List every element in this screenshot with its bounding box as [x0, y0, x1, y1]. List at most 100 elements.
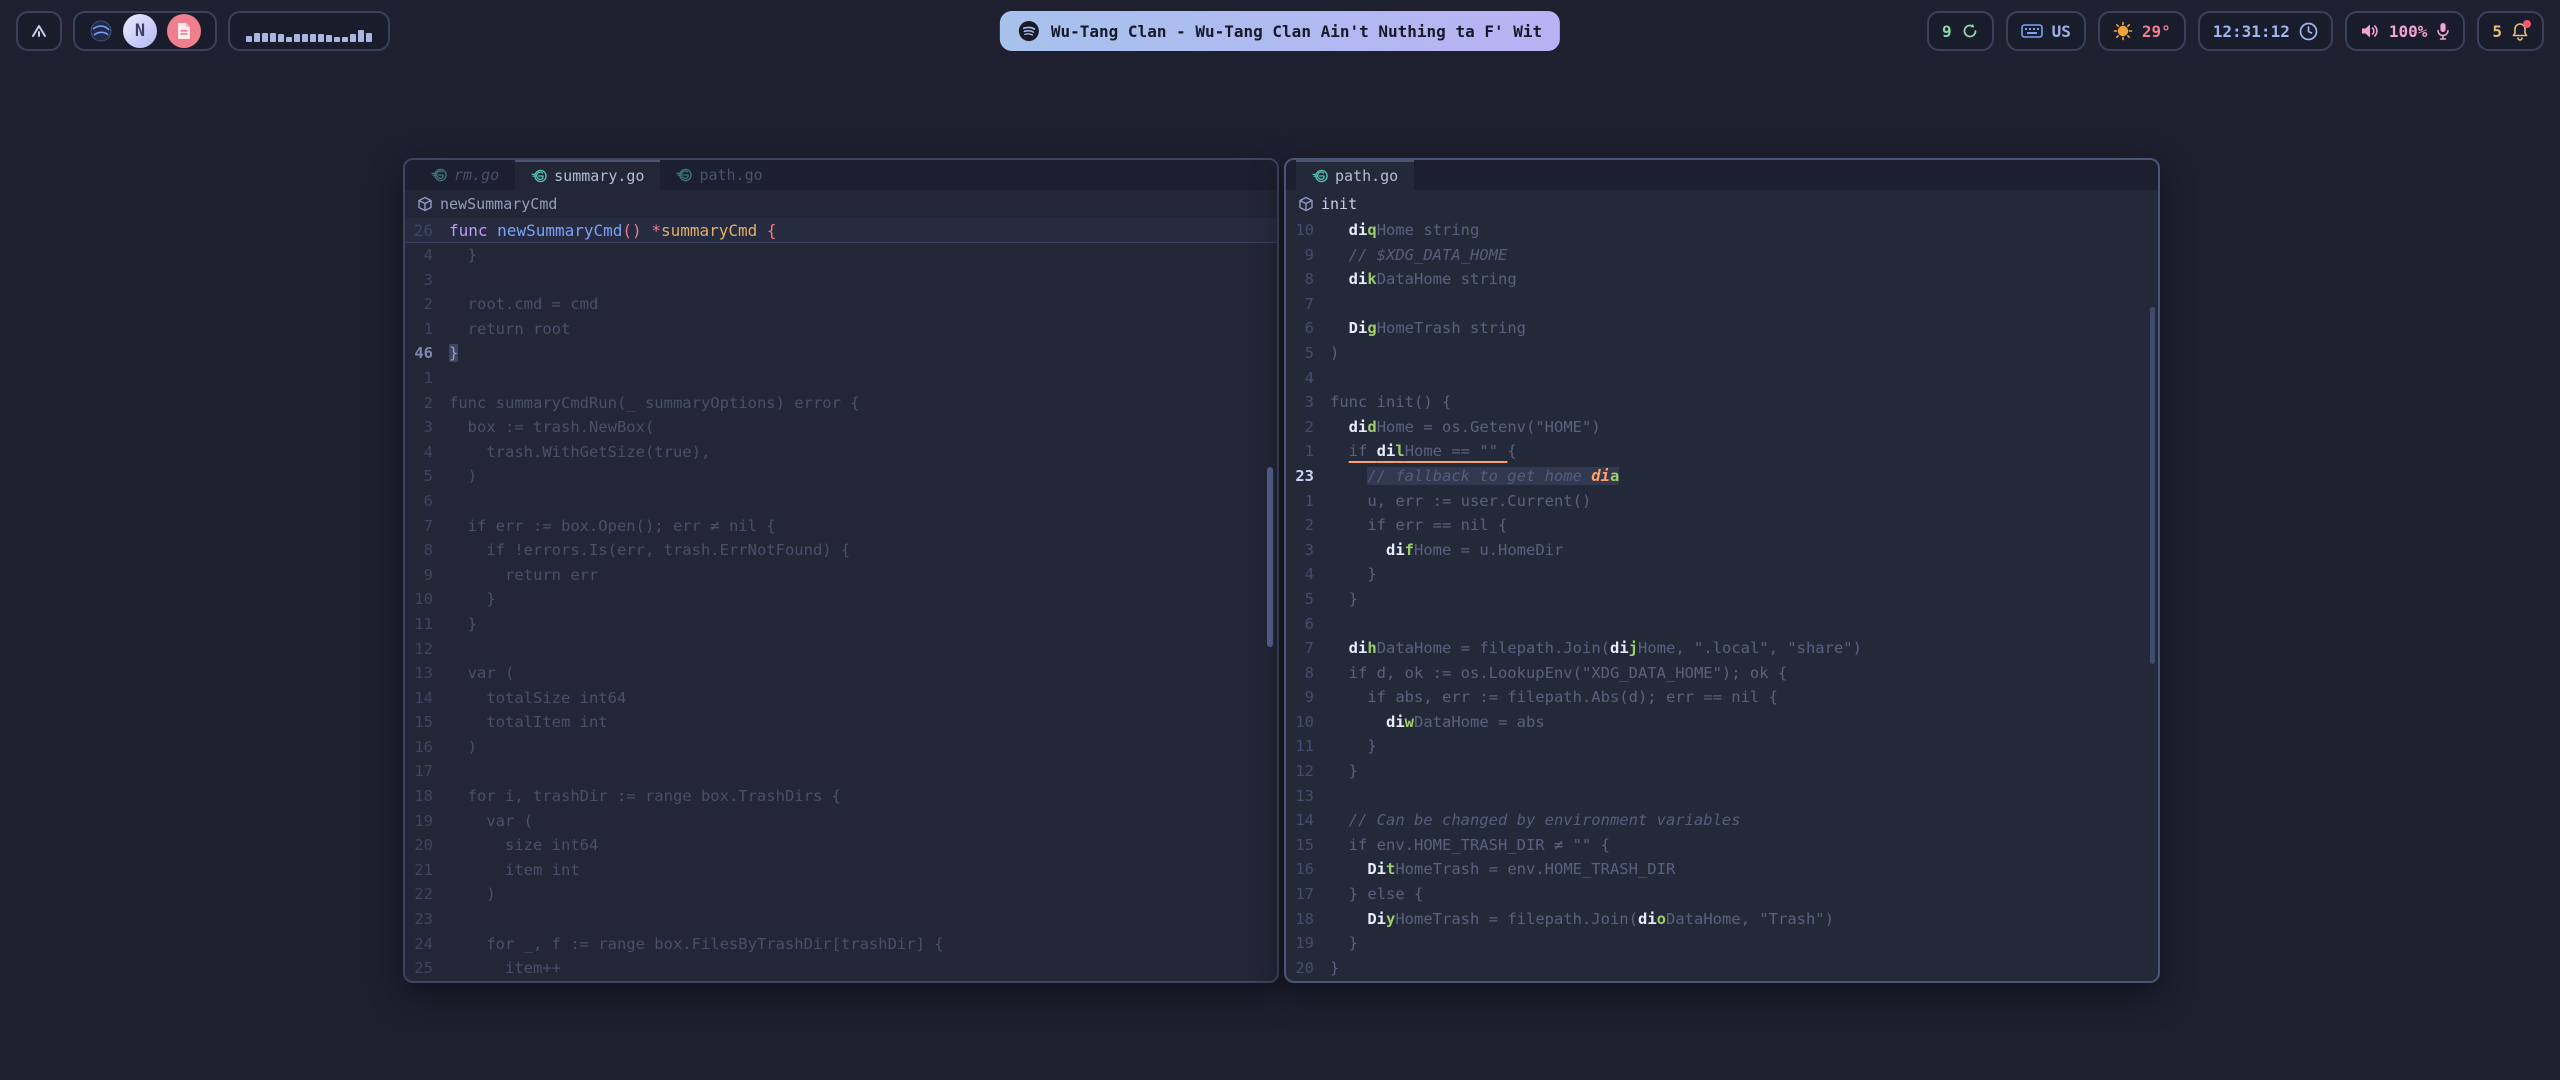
code-line[interactable]: 4 } [405, 243, 1277, 268]
code-line[interactable]: 1 u, err := user.Current() [1286, 489, 2158, 514]
code-line[interactable]: 6 [405, 489, 1277, 514]
clock-value: 12:31:12 [2213, 22, 2290, 41]
code-line[interactable]: 6 DigHomeTrash string [1286, 316, 2158, 341]
code-line[interactable]: 9 return err [405, 563, 1277, 588]
code-line[interactable]: 5 } [1286, 587, 2158, 612]
line-number: 46 [405, 341, 449, 366]
code-line[interactable]: 21 item int [405, 858, 1277, 883]
code-line[interactable]: 3 box := trash.NewBox( [405, 415, 1277, 440]
code-line[interactable]: 3func init() { [1286, 390, 2158, 415]
code-line[interactable]: 1 [405, 366, 1277, 391]
code-line[interactable]: 16 DitHomeTrash = env.HOME_TRASH_DIR [1286, 857, 2158, 882]
keyboard-layout-widget[interactable]: US [2006, 11, 2086, 51]
code-line[interactable]: 12 [405, 637, 1277, 662]
code-line[interactable]: 15 totalItem int [405, 710, 1277, 735]
code-line[interactable]: 6 [1286, 612, 2158, 637]
code-line[interactable]: 3 difHome = u.HomeDir [1286, 538, 2158, 563]
code-line[interactable]: 11 } [1286, 734, 2158, 759]
code-line[interactable]: 7 if err := box.Open(); err ≠ nil { [405, 514, 1277, 539]
code-line[interactable]: 22 ) [405, 882, 1277, 907]
code-line[interactable]: 17 } else { [1286, 882, 2158, 907]
code-line[interactable]: 11 } [405, 612, 1277, 637]
scrollbar[interactable] [1267, 467, 1273, 647]
code-line[interactable]: 7 dihDataHome = filepath.Join(dijHome, "… [1286, 636, 2158, 661]
code-line[interactable]: 46} [405, 341, 1277, 366]
line-number: 14 [405, 686, 449, 711]
code-line[interactable]: 17 [405, 759, 1277, 784]
code-line[interactable]: 4 } [1286, 562, 2158, 587]
updates-widget[interactable]: 9 [1927, 11, 1994, 51]
code-line[interactable]: 14 totalSize int64 [405, 686, 1277, 711]
media-player-widget[interactable]: Wu-Tang Clan - Wu-Tang Clan Ain't Nuthin… [1000, 11, 1560, 51]
tab-path.go[interactable]: path.go [1296, 160, 1414, 190]
code-line[interactable]: 15 if env.HOME_TRASH_DIR ≠ "" { [1286, 833, 2158, 858]
code-line[interactable]: 9 if abs, err := filepath.Abs(d); err ==… [1286, 685, 2158, 710]
code-line[interactable]: 20 size int64 [405, 833, 1277, 858]
code-line[interactable]: 1 if dilHome == "" { [1286, 439, 2158, 464]
editor-pane-left[interactable]: rm.gosummary.gopath.go newSummaryCmd 26f… [403, 158, 1279, 983]
breadcrumb[interactable]: init [1286, 190, 2158, 218]
code-line[interactable]: 10 } [405, 587, 1277, 612]
line-number: 1 [1286, 489, 1330, 514]
clock-widget[interactable]: 12:31:12 [2198, 11, 2333, 51]
code-line[interactable]: 18 for i, trashDir := range box.TrashDir… [405, 784, 1277, 809]
n-app-icon[interactable]: N [123, 14, 157, 48]
code-line[interactable]: 14 // Can be changed by environment vari… [1286, 808, 2158, 833]
code-line[interactable]: 7 [1286, 292, 2158, 317]
code-line[interactable]: 8 if !errors.Is(err, trash.ErrNotFound) … [405, 538, 1277, 563]
keyboard-layout-value: US [2052, 22, 2071, 41]
code-area[interactable]: 10 diqHome string9 // $XDG_DATA_HOME8 di… [1286, 218, 2158, 980]
code-line[interactable]: 13 var ( [405, 661, 1277, 686]
line-number: 8 [1286, 267, 1330, 292]
browser-app-icon[interactable] [89, 19, 113, 43]
tab-path.go[interactable]: path.go [660, 160, 778, 190]
context-line[interactable]: 26func newSummaryCmd() *summaryCmd { [405, 218, 1277, 243]
code-line[interactable]: 19 var ( [405, 809, 1277, 834]
tab-rm.go[interactable]: rm.go [415, 160, 515, 190]
code-line[interactable]: 16 ) [405, 735, 1277, 760]
code-line[interactable]: 4 trash.WithGetSize(true), [405, 440, 1277, 465]
editor-pane-right[interactable]: path.go init 10 diqHome string9 // $XDG_… [1284, 158, 2160, 983]
audio-widget[interactable]: 100% [2345, 11, 2466, 51]
code-line[interactable]: 2 root.cmd = cmd [405, 292, 1277, 317]
visualizer-bar [270, 33, 276, 42]
code-line[interactable]: 13 [1286, 784, 2158, 809]
document-app-icon[interactable] [167, 14, 201, 48]
code-line[interactable]: 2 didHome = os.Getenv("HOME") [1286, 415, 2158, 440]
code-line[interactable]: 2func summaryCmdRun(_ summaryOptions) er… [405, 391, 1277, 416]
tab-summary.go[interactable]: summary.go [515, 160, 660, 190]
code-line[interactable]: 5) [1286, 341, 2158, 366]
code-line[interactable]: 9 // $XDG_DATA_HOME [1286, 243, 2158, 268]
code-line[interactable]: 10 diqHome string [1286, 218, 2158, 243]
code-line[interactable]: 8 dikDataHome string [1286, 267, 2158, 292]
weather-widget[interactable]: 29° [2098, 11, 2186, 51]
microphone-icon [2436, 22, 2450, 41]
code-line[interactable]: 18 DiyHomeTrash = filepath.Join(dioDataH… [1286, 907, 2158, 932]
code-line[interactable]: 19 } [1286, 931, 2158, 956]
code-line[interactable]: 24 for _, f := range box.FilesByTrashDir… [405, 932, 1277, 957]
code-line[interactable]: 25 item++ [405, 956, 1277, 981]
visualizer-bar [262, 33, 268, 42]
code-line[interactable]: 1 return root [405, 317, 1277, 342]
code-line[interactable]: 2 if err == nil { [1286, 513, 2158, 538]
code-line[interactable]: 3 [405, 268, 1277, 293]
tab-bar: rm.gosummary.gopath.go [405, 160, 1277, 190]
notifications-widget[interactable]: 5 [2477, 11, 2544, 51]
breadcrumb[interactable]: newSummaryCmd [405, 190, 1277, 218]
line-number: 9 [405, 563, 449, 588]
code-line[interactable]: 4 [1286, 366, 2158, 391]
line-number: 8 [405, 538, 449, 563]
updates-count: 9 [1942, 22, 1952, 41]
code-line[interactable]: 5 ) [405, 464, 1277, 489]
launcher-button[interactable] [16, 11, 62, 51]
code-line[interactable]: 10 diwDataHome = abs [1286, 710, 2158, 735]
code-area[interactable]: 4 }32 root.cmd = cmd1 return root46}12fu… [405, 243, 1277, 981]
code-line[interactable]: 23 // fallback to get home dia [1286, 464, 2158, 489]
line-number: 5 [1286, 587, 1330, 612]
code-line[interactable]: 8 if d, ok := os.LookupEnv("XDG_DATA_HOM… [1286, 661, 2158, 686]
scrollbar[interactable] [2150, 307, 2155, 664]
code-line[interactable]: 20} [1286, 956, 2158, 981]
code-line[interactable]: 12 } [1286, 759, 2158, 784]
audio-visualizer-widget[interactable] [228, 11, 390, 51]
code-line[interactable]: 23 [405, 907, 1277, 932]
